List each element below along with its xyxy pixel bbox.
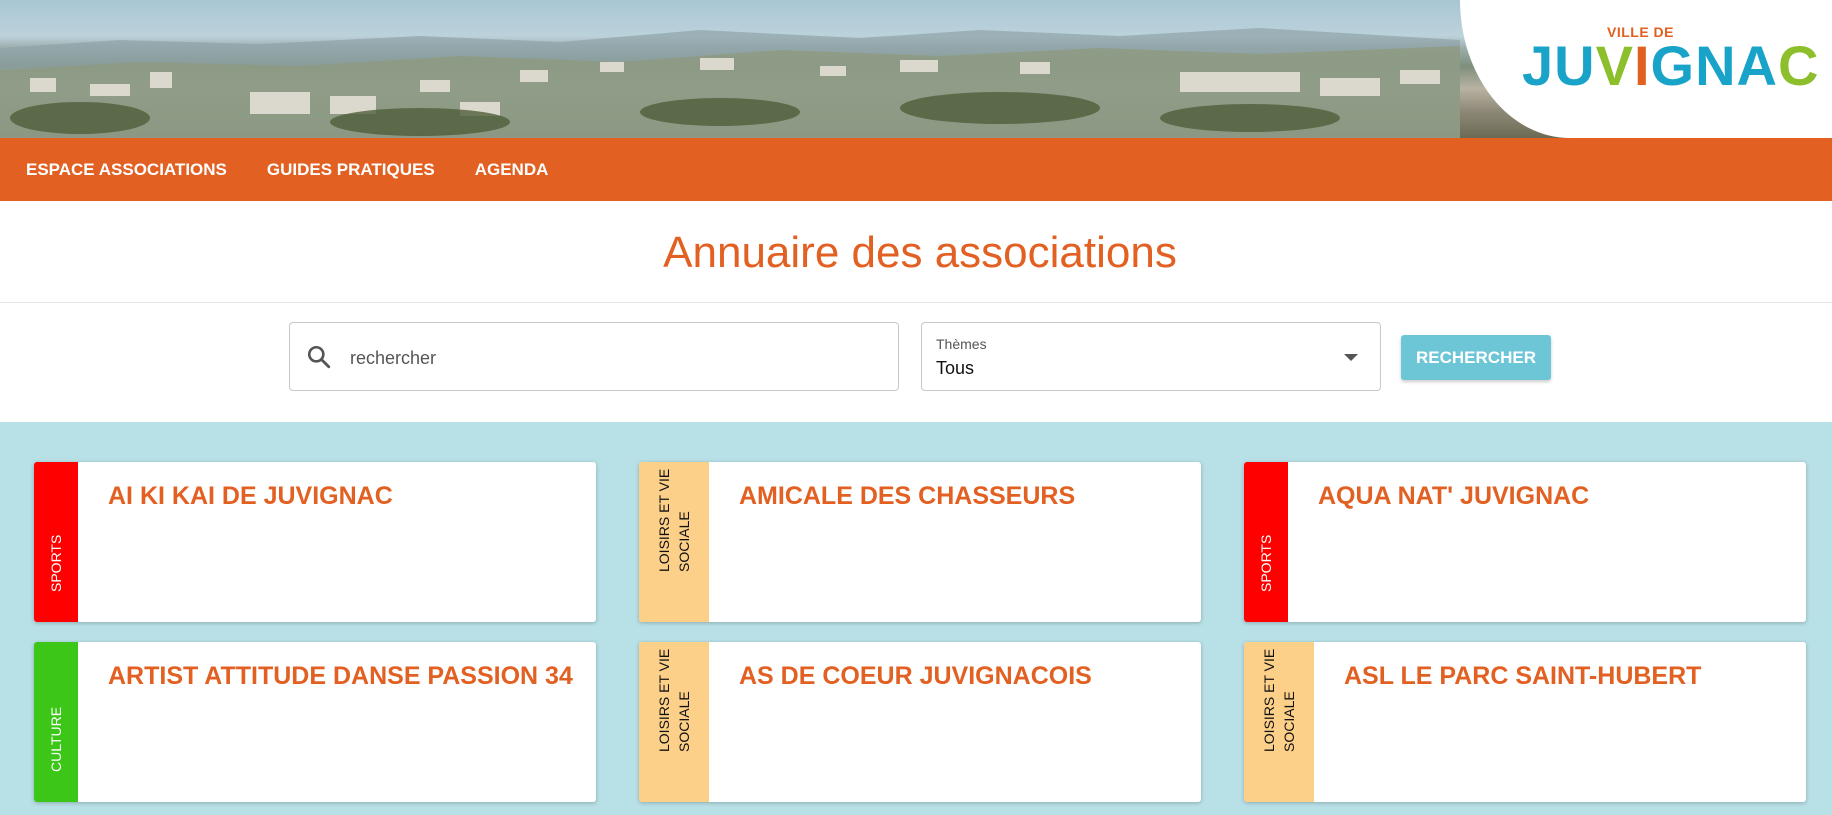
page-title: Annuaire des associations bbox=[663, 228, 1177, 277]
theme-label: CULTURE bbox=[48, 706, 64, 772]
nav-item-1[interactable]: ESPACE ASSOCIATIONS bbox=[26, 160, 227, 180]
themes-select[interactable]: Thèmes Tous bbox=[921, 322, 1381, 391]
theme-label: LOISIRS ET VIE SOCIALE bbox=[1261, 648, 1297, 752]
association-name[interactable]: ARTIST ATTITUDE DANSE PASSION 34 bbox=[108, 662, 582, 691]
theme-label: SPORTS bbox=[48, 534, 64, 592]
theme-label: SPORTS bbox=[1258, 534, 1274, 592]
logo-letter: A bbox=[1736, 34, 1778, 97]
search-button[interactable]: RECHERCHER bbox=[1401, 335, 1551, 380]
theme-label: LOISIRS ET VIE SOCIALE bbox=[656, 468, 692, 572]
association-card[interactable]: LOISIRS ET VIE SOCIALE ASL LE PARC SAINT-… bbox=[1244, 642, 1806, 802]
nav-item-2[interactable]: GUIDES PRATIQUES bbox=[267, 160, 435, 180]
association-name[interactable]: AS DE COEUR JUVIGNACOIS bbox=[739, 662, 1187, 691]
theme-band: LOISIRS ET VIE SOCIALE bbox=[639, 462, 709, 622]
association-name[interactable]: AI KI KAI DE JUVIGNAC bbox=[108, 482, 582, 511]
theme-band: SPORTS bbox=[1244, 462, 1288, 622]
search-input[interactable] bbox=[348, 341, 872, 375]
logo-letter: N bbox=[1695, 34, 1737, 97]
association-card[interactable]: SPORTS AQUA NAT' JUVIGNAC bbox=[1244, 462, 1806, 622]
themes-selected-value: Tous bbox=[936, 358, 975, 378]
logo-wordmark: JUVIGNAC bbox=[1522, 38, 1819, 94]
themes-label: Thèmes bbox=[936, 336, 987, 352]
search-icon bbox=[306, 344, 332, 375]
association-card[interactable]: LOISIRS ET VIE SOCIALE AMICALE DES CHASSE… bbox=[639, 462, 1201, 622]
logo-letter: J bbox=[1522, 34, 1555, 97]
logo-letter: C bbox=[1778, 34, 1820, 97]
association-name[interactable]: AQUA NAT' JUVIGNAC bbox=[1318, 482, 1792, 511]
main-nav: ESPACE ASSOCIATIONS GUIDES PRATIQUES AGEND… bbox=[0, 138, 1832, 201]
search-field[interactable] bbox=[289, 322, 899, 391]
association-card[interactable]: SPORTS AI KI KAI DE JUVIGNAC bbox=[34, 462, 596, 622]
nav-item-3[interactable]: AGENDA bbox=[475, 160, 549, 180]
association-name[interactable]: AMICALE DES CHASSEURS bbox=[739, 482, 1187, 511]
logo-letter: G bbox=[1650, 34, 1696, 97]
theme-band: LOISIRS ET VIE SOCIALE bbox=[639, 642, 709, 802]
association-name[interactable]: ASL LE PARC SAINT-HUBERT bbox=[1344, 662, 1792, 691]
logo-letter: I bbox=[1633, 34, 1651, 97]
association-card[interactable]: LOISIRS ET VIE SOCIALE AS DE COEUR JUVIGN… bbox=[639, 642, 1201, 802]
theme-band: SPORTS bbox=[34, 462, 78, 622]
association-list: SPORTS AI KI KAI DE JUVIGNAC LOISIRS ET VI… bbox=[0, 422, 1832, 815]
theme-band: CULTURE bbox=[34, 642, 78, 802]
logo-letter: V bbox=[1595, 34, 1634, 97]
caret-down-icon bbox=[1344, 354, 1358, 361]
theme-band: LOISIRS ET VIE SOCIALE bbox=[1244, 642, 1314, 802]
title-divider bbox=[0, 302, 1832, 303]
association-card[interactable]: CULTURE ARTIST ATTITUDE DANSE PASSION 34 bbox=[34, 642, 596, 802]
hero-banner: VILLE DE JUVIGNAC bbox=[0, 0, 1832, 138]
theme-label: LOISIRS ET VIE SOCIALE bbox=[656, 648, 692, 752]
logo-letter: U bbox=[1554, 34, 1596, 97]
logo[interactable]: VILLE DE JUVIGNAC bbox=[1460, 0, 1832, 138]
